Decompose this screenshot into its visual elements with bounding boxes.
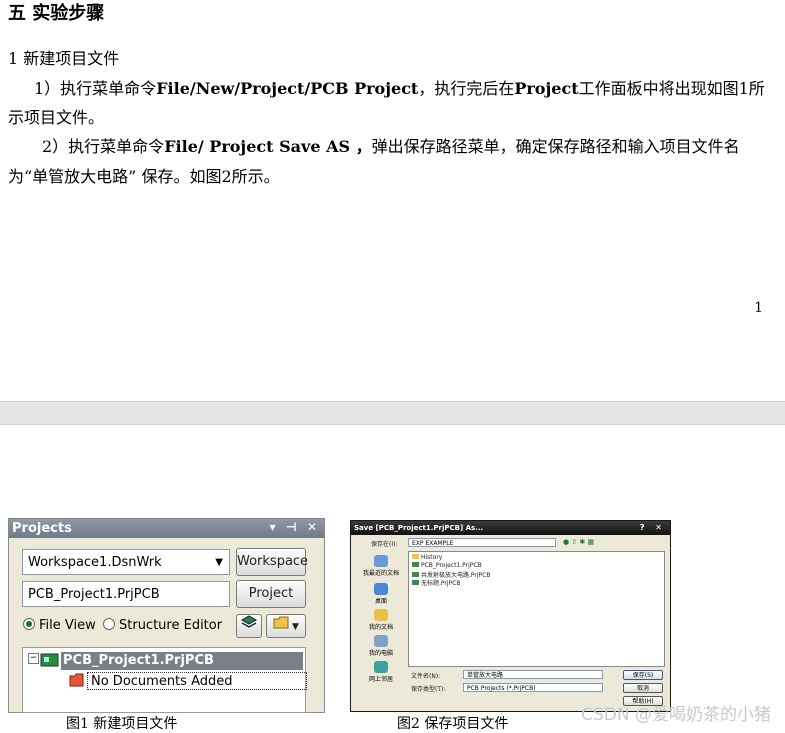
nav-toolbar-icons[interactable]: ● ⇧ ✱ ▦	[563, 538, 594, 546]
project-tree[interactable]: − PCB_Project1.PrjPCB No Documents Added	[22, 647, 307, 713]
page-gap	[0, 401, 785, 425]
figure-save-dialog: Save [PCB_Project1.PrjPCB] As... ? ✕ 保存在…	[350, 520, 671, 712]
save-in-label: 保存在(I):	[371, 541, 398, 548]
save-in-select[interactable]: EXP EXAMPLE	[408, 538, 556, 547]
radio-structure-label: Structure Editor	[119, 618, 223, 633]
network-icon	[374, 661, 388, 673]
places-bar: 我最近的文档 桌面 我的文档 我的电脑 网上邻居	[357, 551, 405, 706]
chevron-down-icon: ▼	[215, 557, 223, 568]
para1-panel-name: Project	[514, 79, 579, 98]
figure2-caption: 图2 保存项目文件	[397, 716, 509, 732]
place-computer[interactable]: 我的电脑	[357, 635, 405, 657]
filename-input[interactable]: 单管放大电路	[463, 670, 603, 679]
para2-text-b: 弹出保存路径菜单，确定保存路径和输入项目文件名	[371, 137, 740, 156]
section-heading: 五 实验步骤	[8, 3, 105, 24]
paragraph-2-continuation: 为“单管放大电路” 保存。如图2所示。	[8, 167, 280, 186]
radio-file-view-label: File View	[39, 618, 96, 633]
file-item[interactable]: 无标题.PrjPCB	[412, 578, 460, 587]
place-desktop[interactable]: 桌面	[357, 583, 405, 605]
save-button[interactable]: 保存(S)	[623, 670, 663, 680]
place-network[interactable]: 网上邻居	[357, 661, 405, 683]
filename-label: 文件名(N):	[411, 673, 441, 680]
file-item[interactable]: PCB_Project1.PrjPCB	[412, 562, 482, 569]
panel-window-icons[interactable]: ▾ ⊣ ✕	[270, 520, 320, 534]
watermark: CSDN @爱喝奶茶的小猪	[581, 705, 771, 725]
recent-docs-icon	[374, 555, 388, 567]
step-title: 1 新建项目文件	[8, 49, 120, 68]
radio-selected-icon	[23, 618, 35, 630]
cancel-button[interactable]: 取消	[623, 683, 663, 693]
paragraph-1-continuation: 示项目文件。	[8, 108, 105, 127]
tree-leaf-no-documents[interactable]: No Documents Added	[87, 672, 307, 690]
chevron-down-icon: ▼	[289, 622, 299, 632]
workspace-value: Workspace1.DsnWrk	[28, 555, 162, 570]
para1-text-c: 工作面板中将出现如图1所	[578, 79, 765, 98]
page-number: 1	[754, 300, 763, 316]
project-file-icon	[412, 572, 419, 577]
project-file-icon	[412, 562, 419, 567]
layers-button[interactable]	[236, 614, 262, 638]
para2-command: File/ Project Save AS ，	[164, 137, 372, 156]
file-item[interactable]: History	[412, 554, 442, 561]
radio-structure-editor[interactable]: Structure Editor	[103, 618, 222, 633]
folder-icon	[412, 554, 419, 559]
radio-unselected-icon	[103, 618, 115, 630]
dialog-titlebar: Save [PCB_Project1.PrjPCB] As... ? ✕	[351, 521, 670, 535]
pcb-project-icon	[40, 653, 59, 667]
desktop-icon	[374, 583, 388, 595]
save-in-value: EXP EXAMPLE	[412, 540, 454, 547]
workspace-select[interactable]: Workspace1.DsnWrk ▼	[22, 549, 230, 575]
file-list[interactable]: History PCB_Project1.PrjPCB 共发射极放大电路.Prj…	[408, 551, 665, 667]
folder-icon	[273, 616, 289, 629]
para1-command: File/New/Project/PCB Project	[156, 79, 419, 98]
documents-icon	[374, 609, 388, 621]
place-recent[interactable]: 我最近的文档	[357, 555, 405, 577]
project-button[interactable]: Project	[236, 580, 306, 608]
paragraph-2: 2）执行菜单命令File/ Project Save AS ，弹出保存路径菜单，…	[8, 132, 785, 161]
folder-icon	[69, 673, 84, 687]
filetype-select[interactable]: PCB Projects (*.PrjPCB)	[463, 683, 603, 692]
workspace-button[interactable]: Workspace	[236, 548, 308, 576]
para1-text-b: ，执行完后在	[418, 79, 515, 98]
panel-title: Projects	[12, 521, 72, 536]
place-documents[interactable]: 我的文档	[357, 609, 405, 631]
figure1-caption: 图1 新建项目文件	[66, 716, 178, 732]
dialog-controls[interactable]: ? ✕	[640, 521, 666, 535]
panel-titlebar: Projects ▾ ⊣ ✕	[9, 519, 324, 538]
tree-node-project[interactable]: PCB_Project1.PrjPCB	[61, 652, 303, 670]
project-file-icon	[412, 580, 419, 585]
dialog-title: Save [PCB_Project1.PrjPCB] As...	[354, 524, 484, 532]
radio-file-view[interactable]: File View	[23, 618, 96, 633]
figure-projects-panel: Projects ▾ ⊣ ✕ Workspace1.DsnWrk ▼ Works…	[8, 518, 325, 713]
paragraph-1: 1）执行菜单命令File/New/Project/PCB Project，执行完…	[8, 74, 785, 103]
filetype-label: 保存类型(T):	[411, 686, 446, 693]
layers-icon	[240, 615, 258, 628]
collapse-icon[interactable]: −	[28, 653, 39, 664]
computer-icon	[374, 635, 388, 647]
folder-menu-button[interactable]: ▼	[266, 614, 306, 638]
para2-text-a: 2）执行菜单命令	[42, 137, 165, 156]
para1-text-a: 1）执行菜单命令	[34, 79, 157, 98]
project-field[interactable]: PCB_Project1.PrjPCB	[22, 581, 230, 607]
